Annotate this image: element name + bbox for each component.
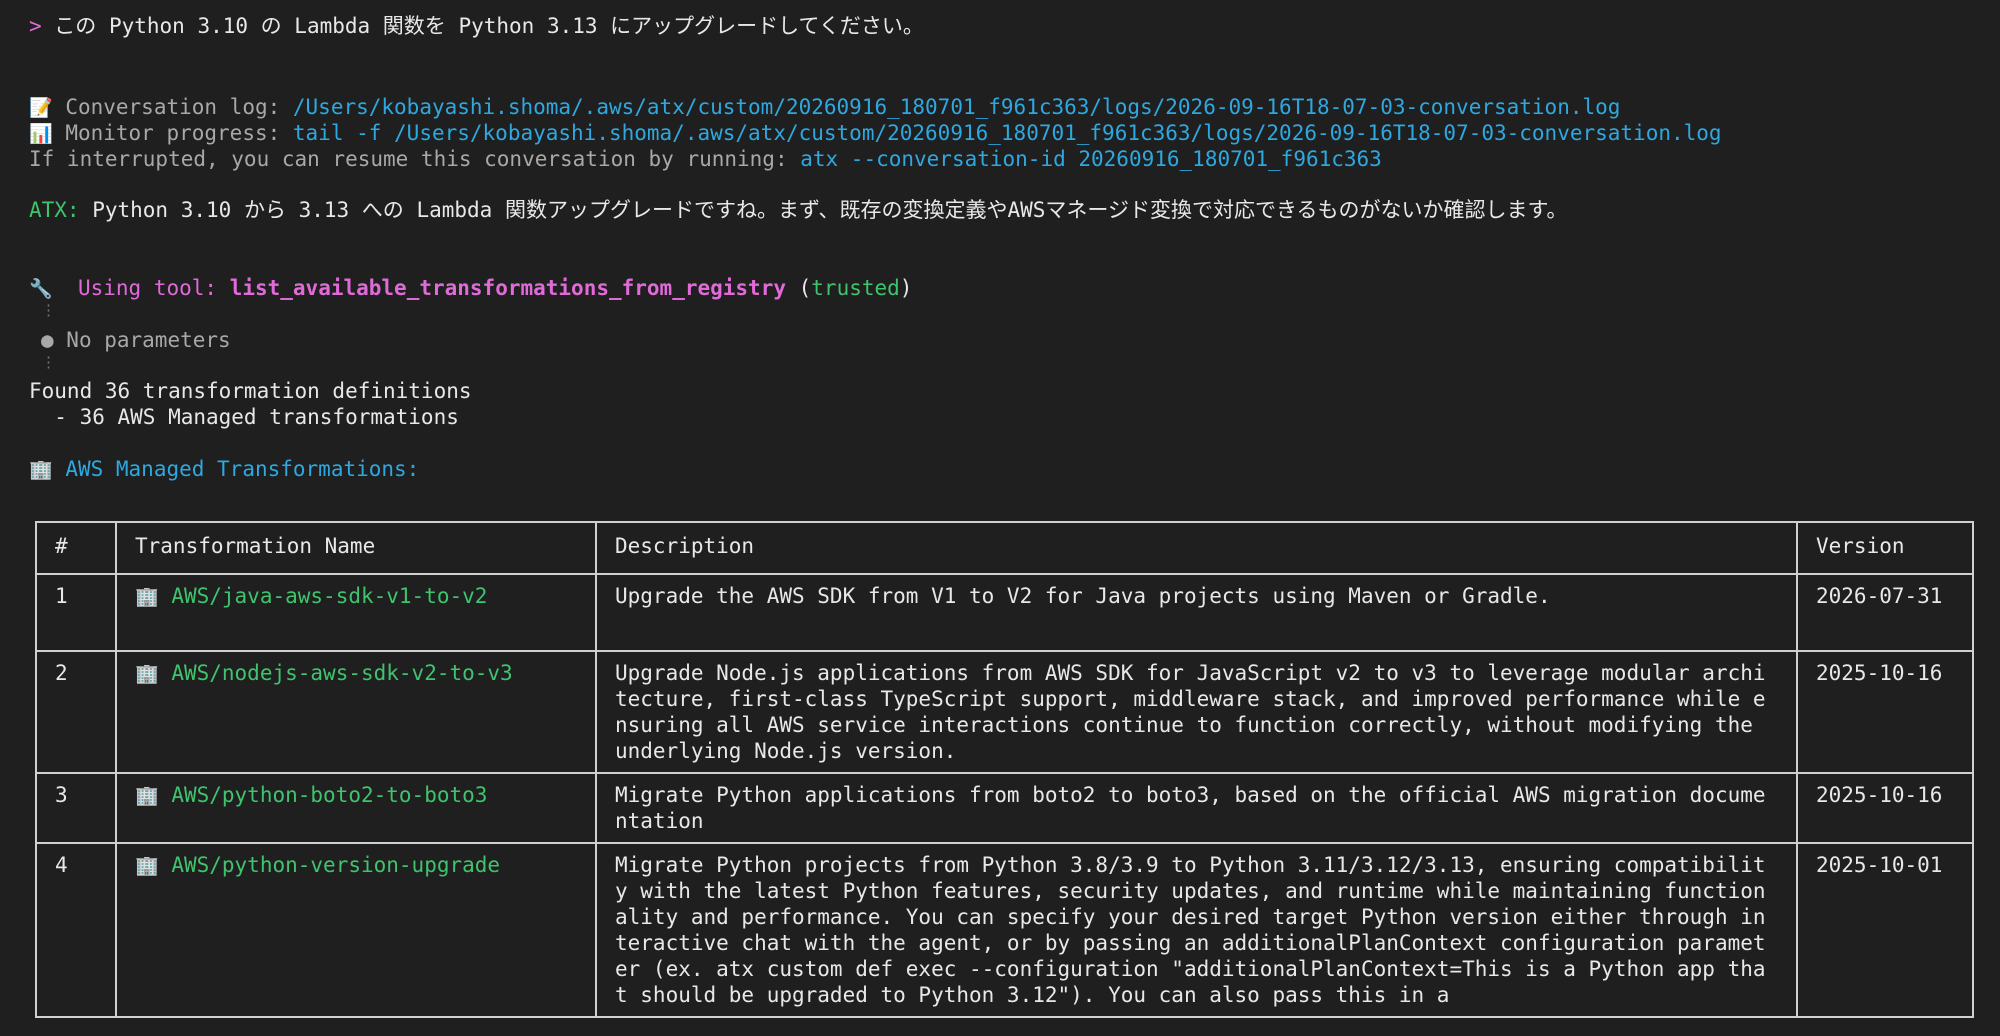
monitor-progress-line: 📊 Monitor progress: tail -f /Users/kobay… — [29, 120, 1722, 147]
transformation-version: 2026-07-31 — [1796, 573, 1974, 652]
conversation-log-label: Conversation log: — [52, 95, 293, 119]
transformation-version: 2025-10-16 — [1796, 650, 1974, 774]
transformation-description: Upgrade Node.js applications from AWS SD… — [595, 650, 1798, 774]
resume-line: If interrupted, you can resume this conv… — [29, 146, 1382, 172]
monitor-command[interactable]: tail -f /Users/kobayashi.shoma/.aws/atx/… — [293, 121, 1722, 145]
tool-name: list_available_transformations_from_regi… — [229, 276, 786, 300]
atx-label: ATX: — [29, 198, 80, 222]
transformation-version: 2025-10-16 — [1796, 772, 1974, 844]
transformation-name: AWS/nodejs-aws-sdk-v2-to-v3 — [171, 661, 513, 685]
table-row: 4 🏢 AWS/python-version-upgrade Migrate P… — [35, 842, 1974, 1018]
wrench-icon: 🔧 — [29, 278, 53, 300]
transformations-table: # Transformation Name Description Versio… — [35, 521, 1974, 1018]
tool-dots-bottom: ⋮ — [41, 353, 56, 371]
terminal-window: > この Python 3.10 の Lambda 関数を Python 3.1… — [0, 0, 2000, 1036]
atx-message-line: ATX: Python 3.10 から 3.13 への Lambda 関数アップ… — [29, 197, 1567, 223]
transformation-name-cell: 🏢 AWS/python-version-upgrade — [115, 842, 597, 1018]
transformation-description: Upgrade the AWS SDK from V1 to V2 for Ja… — [595, 573, 1798, 652]
resume-command[interactable]: atx --conversation-id 20260916_180701_f9… — [800, 147, 1382, 171]
row-number: 3 — [35, 772, 117, 844]
section-title: AWS Managed Transformations: — [52, 457, 420, 481]
row-number: 1 — [35, 573, 117, 652]
table-row: 3 🏢 AWS/python-boto2-to-boto3 Migrate Py… — [35, 772, 1974, 844]
tool-params-line: ● No parameters — [41, 327, 231, 353]
atx-message: Python 3.10 から 3.13 への Lambda 関数アップグレードで… — [79, 198, 1568, 222]
transformation-name-cell: 🏢 AWS/nodejs-aws-sdk-v2-to-v3 — [115, 650, 597, 774]
tool-trust-status: trusted — [811, 276, 900, 300]
transformation-name: AWS/java-aws-sdk-v1-to-v2 — [171, 584, 488, 608]
row-number: 2 — [35, 650, 117, 774]
building-icon: 🏢 — [135, 855, 159, 877]
row-number: 4 — [35, 842, 117, 1018]
transformation-version: 2025-10-01 — [1796, 842, 1974, 1018]
param-bullet: ● — [41, 328, 54, 352]
column-header-number: # — [35, 521, 117, 575]
transformation-name: AWS/python-boto2-to-boto3 — [171, 783, 488, 807]
transformation-name-cell: 🏢 AWS/java-aws-sdk-v1-to-v2 — [115, 573, 597, 652]
memo-icon: 📝 — [29, 97, 53, 119]
column-header-description: Description — [595, 521, 1798, 575]
building-icon: 🏢 — [135, 663, 159, 685]
tool-params: No parameters — [53, 328, 231, 352]
transformation-name: AWS/python-version-upgrade — [171, 853, 501, 877]
conversation-log-line: 📝 Conversation log: /Users/kobayashi.sho… — [29, 94, 1620, 121]
building-icon: 🏢 — [29, 459, 53, 481]
building-icon: 🏢 — [135, 785, 159, 807]
column-header-name: Transformation Name — [115, 521, 597, 575]
tool-paren-open: ( — [785, 276, 812, 300]
conversation-log-path[interactable]: /Users/kobayashi.shoma/.aws/atx/custom/2… — [293, 95, 1621, 119]
tool-using-label: Using tool: — [77, 276, 230, 300]
table-header-row: # Transformation Name Description Versio… — [35, 521, 1974, 575]
building-icon: 🏢 — [135, 586, 159, 608]
found-managed-count: - 36 AWS Managed transformations — [29, 405, 459, 429]
tool-dots-top: ⋮ — [41, 301, 56, 319]
section-heading: 🏢 AWS Managed Transformations: — [29, 456, 419, 483]
tool-usage-line: 🔧 Using tool: list_available_transformat… — [29, 275, 912, 302]
resume-text: If interrupted, you can resume this conv… — [29, 147, 801, 171]
table-row: 2 🏢 AWS/nodejs-aws-sdk-v2-to-v3 Upgrade … — [35, 650, 1974, 774]
transformation-description: Migrate Python projects from Python 3.8/… — [595, 842, 1798, 1018]
prompt-text: この Python 3.10 の Lambda 関数を Python 3.13 … — [41, 14, 924, 38]
transformation-description: Migrate Python applications from boto2 t… — [595, 772, 1798, 844]
monitor-progress-label: Monitor progress: — [52, 121, 293, 145]
chart-icon: 📊 — [29, 123, 53, 145]
transformation-name-cell: 🏢 AWS/python-boto2-to-boto3 — [115, 772, 597, 844]
prompt-marker: > — [29, 14, 42, 38]
found-count: Found 36 transformation definitions — [29, 379, 472, 403]
tool-paren-close: ) — [899, 276, 913, 300]
user-prompt: > この Python 3.10 の Lambda 関数を Python 3.1… — [29, 13, 924, 39]
table-row: 1 🏢 AWS/java-aws-sdk-v1-to-v2 Upgrade th… — [35, 573, 1974, 652]
column-header-version: Version — [1796, 521, 1974, 575]
